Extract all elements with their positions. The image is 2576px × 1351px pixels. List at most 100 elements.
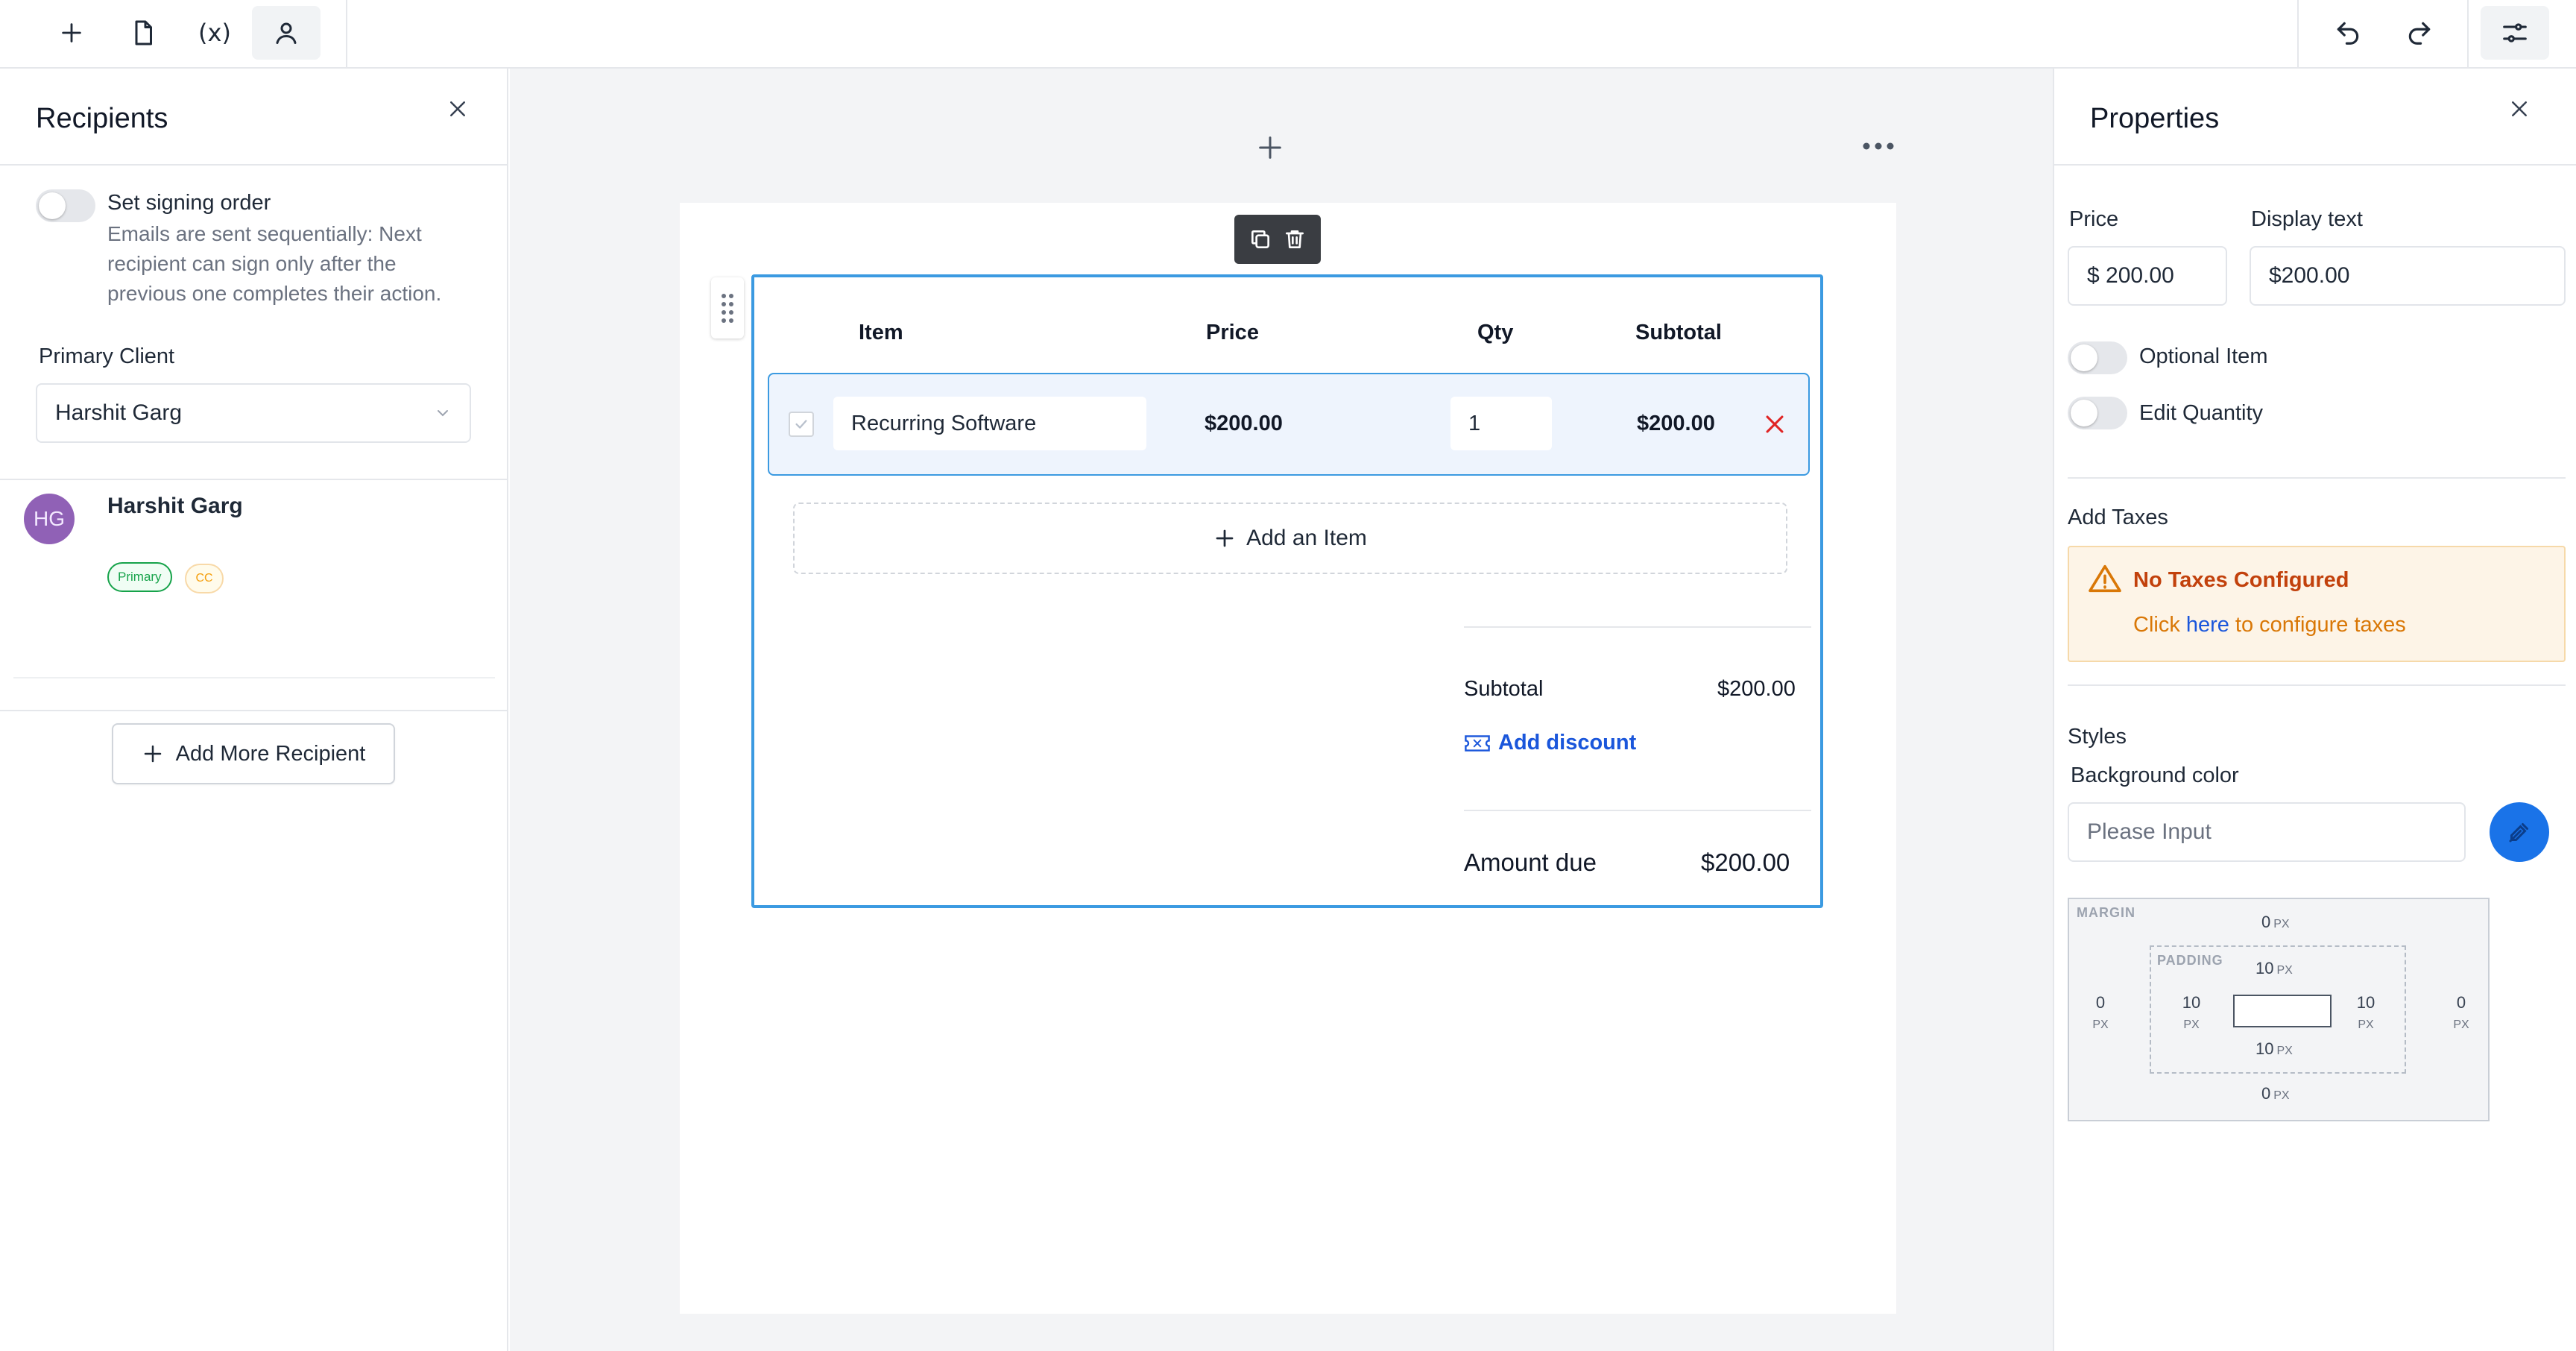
summary-subtotal-value: $200.00 bbox=[1717, 677, 1796, 701]
price-input[interactable]: $ 200.00 bbox=[2068, 246, 2227, 306]
plus-icon bbox=[1216, 529, 1234, 547]
warning-message: Click here to configure taxes bbox=[2133, 613, 2406, 637]
cc-badge: CC bbox=[185, 564, 224, 593]
background-color-label: Background color bbox=[2071, 763, 2239, 787]
optional-item-label: Optional Item bbox=[2139, 344, 2268, 368]
add-discount-button[interactable]: Add discount bbox=[1464, 731, 1636, 755]
check-icon bbox=[795, 420, 807, 429]
chevron-down-icon bbox=[438, 410, 448, 417]
trash-icon[interactable] bbox=[1283, 227, 1307, 251]
close-properties-button[interactable] bbox=[2503, 92, 2536, 125]
row-price: $200.00 bbox=[1205, 412, 1283, 435]
divider bbox=[0, 164, 507, 166]
remove-row-button[interactable] bbox=[1762, 412, 1787, 437]
signing-order-toggle[interactable] bbox=[36, 189, 95, 222]
plus-icon bbox=[62, 23, 81, 42]
header-price: Price bbox=[1206, 321, 1259, 344]
margin-top-value[interactable]: 0 PX bbox=[2261, 913, 2290, 932]
recipient-name: Harshit Garg bbox=[107, 494, 243, 518]
properties-panel: Properties Price $ 200.00 Display text $… bbox=[2053, 69, 2576, 1351]
amount-due-label: Amount due bbox=[1464, 848, 1597, 876]
duplicate-icon[interactable] bbox=[1248, 227, 1272, 251]
signing-order-description: Emails are sent sequentially: Next recip… bbox=[107, 222, 442, 305]
panel-title: Recipients bbox=[36, 103, 168, 134]
undo-button[interactable] bbox=[2314, 6, 2382, 60]
recipients-button[interactable] bbox=[252, 6, 321, 60]
table-row[interactable]: Recurring Software $200.00 1 $200.00 bbox=[768, 373, 1810, 476]
more-horizontal-icon bbox=[1863, 142, 1894, 150]
padding-right-value[interactable]: 10 PX bbox=[2351, 992, 2381, 1036]
header-qty: Qty bbox=[1477, 321, 1514, 344]
styles-heading: Styles bbox=[2068, 725, 2127, 749]
document-icon bbox=[135, 20, 152, 45]
add-block-top-button[interactable] bbox=[1255, 133, 1285, 163]
add-taxes-heading: Add Taxes bbox=[2068, 506, 2168, 529]
item-name-input[interactable]: Recurring Software bbox=[833, 397, 1146, 450]
top-toolbar: (x) bbox=[0, 0, 2576, 69]
close-icon bbox=[450, 101, 465, 116]
padding-label: PADDING bbox=[2157, 953, 2223, 968]
color-picker-button[interactable] bbox=[2490, 802, 2549, 862]
add-more-recipient-label: Add More Recipient bbox=[175, 741, 366, 766]
padding-left-value[interactable]: 10 PX bbox=[2176, 992, 2206, 1036]
panel-title: Properties bbox=[2090, 103, 2220, 134]
price-label: Price bbox=[2069, 207, 2119, 231]
grip-vertical-icon bbox=[722, 294, 733, 323]
padding-bottom-value[interactable]: 10 PX bbox=[2255, 1039, 2293, 1059]
settings-sliders-icon bbox=[2503, 23, 2527, 42]
document-button[interactable] bbox=[109, 6, 177, 60]
eyedropper-icon bbox=[2509, 823, 2528, 843]
primary-client-select[interactable]: Harshit Garg bbox=[36, 383, 471, 443]
more-options-button[interactable] bbox=[1860, 137, 1896, 155]
padding-top-value[interactable]: 10 PX bbox=[2255, 959, 2293, 978]
plus-icon bbox=[1259, 136, 1281, 159]
divider bbox=[2054, 164, 2576, 166]
edit-quantity-toggle[interactable] bbox=[2068, 397, 2127, 429]
signing-order-label: Set signing order bbox=[107, 191, 271, 215]
margin-label: MARGIN bbox=[2077, 905, 2135, 920]
padding-box: PADDING 10 PX 10 PX 10 PX 10 PX bbox=[2150, 945, 2406, 1074]
block-actions-bar bbox=[1234, 215, 1321, 264]
divider bbox=[0, 479, 507, 480]
variables-button[interactable]: (x) bbox=[180, 6, 249, 60]
divider bbox=[13, 677, 495, 678]
add-item-button[interactable]: Add an Item bbox=[793, 503, 1787, 574]
add-discount-label: Add discount bbox=[1498, 731, 1637, 755]
display-text-input[interactable]: $200.00 bbox=[2250, 246, 2566, 306]
pricing-table-block[interactable]: Item Price Qty Subtotal Recurring Softwa… bbox=[751, 274, 1823, 908]
summary-divider bbox=[1464, 810, 1811, 811]
summary-subtotal-label: Subtotal bbox=[1464, 677, 1544, 701]
primary-client-value: Harshit Garg bbox=[55, 400, 183, 425]
add-more-recipient-button[interactable]: Add More Recipient bbox=[112, 723, 395, 784]
redo-button[interactable] bbox=[2385, 6, 2454, 60]
divider bbox=[2068, 684, 2566, 686]
settings-button[interactable] bbox=[2481, 6, 2549, 60]
summary-divider bbox=[1464, 626, 1811, 628]
primary-badge: Primary bbox=[107, 562, 172, 592]
drag-handle[interactable] bbox=[711, 277, 744, 338]
header-item: Item bbox=[859, 321, 903, 344]
edit-quantity-label: Edit Quantity bbox=[2139, 401, 2264, 425]
content-box bbox=[2233, 995, 2332, 1027]
optional-item-toggle[interactable] bbox=[2068, 341, 2127, 374]
margin-bottom-value[interactable]: 0 PX bbox=[2261, 1084, 2290, 1103]
row-checkbox[interactable] bbox=[789, 412, 814, 437]
quantity-input[interactable]: 1 bbox=[1450, 397, 1552, 450]
warning-title: No Taxes Configured bbox=[2133, 568, 2349, 592]
close-recipients-button[interactable] bbox=[441, 92, 474, 125]
plus-icon bbox=[144, 745, 161, 763]
primary-client-label: Primary Client bbox=[39, 344, 175, 368]
background-color-input[interactable]: Please Input bbox=[2068, 802, 2466, 862]
add-item-label: Add an Item bbox=[1246, 526, 1367, 550]
box-model-editor: MARGIN 0 PX 0 PX 0 PX 0 PX PADDING 10 PX 10 PX… bbox=[2068, 898, 2490, 1121]
close-icon bbox=[1766, 415, 1784, 433]
margin-right-value[interactable]: 0 PX bbox=[2446, 992, 2476, 1036]
configure-taxes-link[interactable]: here bbox=[2186, 613, 2229, 637]
user-icon bbox=[276, 22, 297, 44]
close-icon bbox=[2512, 101, 2527, 116]
display-text-label: Display text bbox=[2251, 207, 2363, 231]
ticket-icon bbox=[1465, 734, 1490, 752]
add-block-button[interactable] bbox=[37, 6, 106, 60]
margin-left-value[interactable]: 0 PX bbox=[2086, 992, 2115, 1036]
warning-icon bbox=[2089, 564, 2121, 593]
